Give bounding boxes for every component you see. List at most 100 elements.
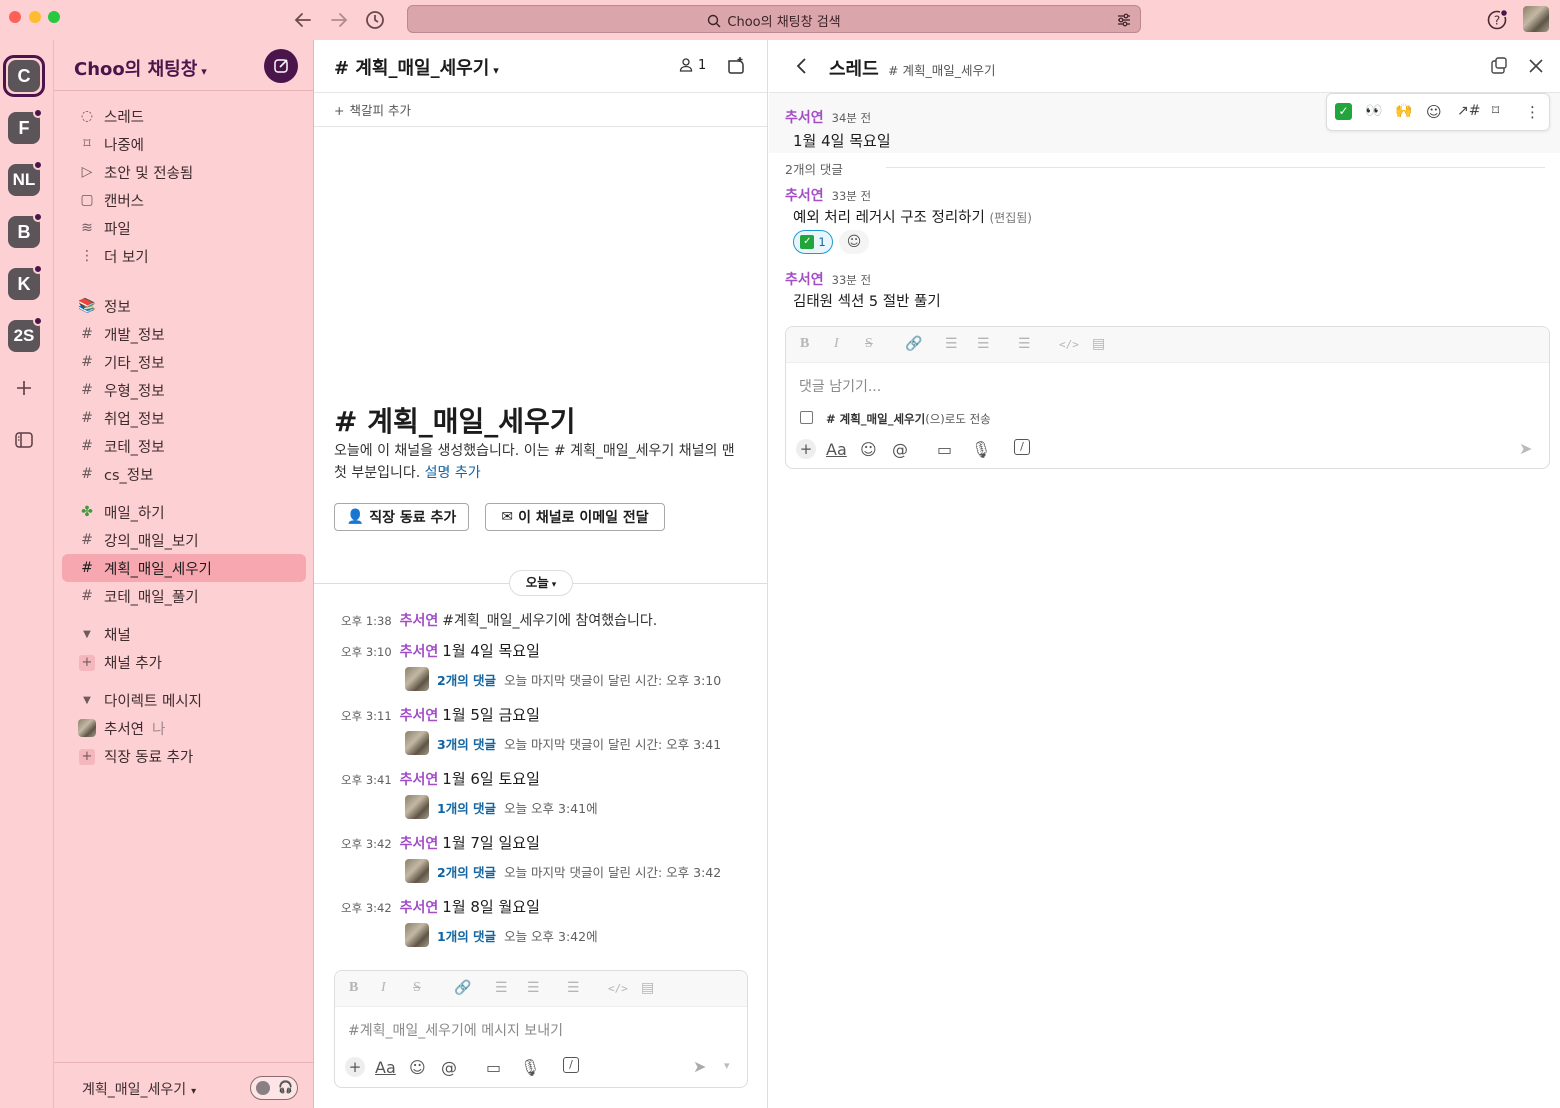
back-arrow-icon[interactable] <box>291 8 315 32</box>
maximize-window-button[interactable] <box>48 11 60 23</box>
send-icon[interactable]: ➤ <box>693 1057 706 1076</box>
thread-replies[interactable]: 3개의 댓글 오늘 마지막 댓글이 달린 시간: 오후 3:41 <box>405 731 751 755</box>
italic-icon[interactable]: I <box>834 336 839 352</box>
emoji-icon[interactable]: ☺ <box>860 440 877 459</box>
link-icon[interactable]: 🔗 <box>454 980 471 997</box>
history-clock-icon[interactable] <box>363 8 387 32</box>
link-icon[interactable]: 🔗 <box>905 336 922 353</box>
channel-title[interactable]: # 계획_매일_세우기 ▾ <box>334 54 499 80</box>
thread-replies[interactable]: 2개의 댓글 오늘 마지막 댓글이 달린 시간: 오후 3:42 <box>405 859 751 883</box>
email-channel-button[interactable]: ✉ 이 채널로 이메일 전달 <box>485 503 665 531</box>
ordered-list-icon[interactable]: ☰ <box>495 980 508 997</box>
message-author[interactable]: 추서연 <box>785 185 824 205</box>
also-send-checkbox[interactable] <box>800 411 813 424</box>
ordered-list-icon[interactable]: ☰ <box>945 336 958 353</box>
sidebar-item-files[interactable]: ≋ 파일 <box>62 214 306 242</box>
close-icon[interactable] <box>1527 57 1545 75</box>
message-item[interactable]: 오후 3:42 추서연 1월 7일 일요일 2개의 댓글 오늘 마지막 댓글이 … <box>341 832 751 892</box>
sidebar-channel[interactable]: # 코테_매일_풀기 <box>62 582 306 610</box>
thread-replies[interactable]: 2개의 댓글 오늘 마지막 댓글이 달린 시간: 오후 3:10 <box>405 667 751 691</box>
add-channel-button[interactable]: + 채널 추가 <box>62 648 306 676</box>
mention-icon[interactable]: @ <box>441 1058 457 1077</box>
new-message-button[interactable] <box>264 49 298 83</box>
send-icon[interactable]: ➤ <box>1519 439 1532 458</box>
sidebar-item-threads[interactable]: ◌ 스레드 <box>62 102 306 130</box>
message-author[interactable]: 추서연 <box>400 897 439 917</box>
code-icon[interactable]: </> <box>608 982 628 995</box>
sidebar-toggle-icon[interactable] <box>15 432 33 448</box>
add-reaction-icon[interactable]: ☺ <box>1426 103 1442 121</box>
section-dm[interactable]: ▼ 다이렉트 메시지 <box>62 686 306 714</box>
join-message[interactable]: 오후 1:38 추서연 #계획_매일_세우기에 참여했습니다. <box>341 610 657 630</box>
date-divider-button[interactable]: 오늘 ▾ <box>509 570 573 596</box>
send-options-chevron-icon[interactable]: ▾ <box>724 1059 730 1072</box>
reply-composer[interactable]: B I S 🔗 ☰ ☰ ☰ </> ▤ 댓글 남기기... # 계획_매일_세우… <box>785 326 1550 469</box>
message-author[interactable]: 추서연 <box>785 269 824 289</box>
sidebar-channel[interactable]: # 강의_매일_보기 <box>62 526 306 554</box>
members-button[interactable]: 1 <box>678 57 706 73</box>
message-author[interactable]: 추서연 <box>400 769 439 789</box>
message-author[interactable]: 추서연 <box>400 833 439 853</box>
italic-icon[interactable]: I <box>381 980 386 996</box>
reply-count-link[interactable]: 2개의 댓글 <box>437 670 496 689</box>
code-icon[interactable]: </> <box>1059 338 1079 351</box>
raised-hands-emoji-icon[interactable]: 🙌 <box>1395 103 1412 119</box>
text-format-icon[interactable]: Aa <box>375 1058 396 1077</box>
emoji-icon[interactable]: ☺ <box>409 1058 426 1077</box>
parent-message[interactable]: 추서연 34분 전 1월 4일 목요일 ✓ 👀 🙌 ☺ ↗# ⌑ ⋮ <box>769 93 1560 153</box>
sidebar-channel-info[interactable]: 📚 정보 <box>62 292 306 320</box>
add-coworker-button[interactable]: + 직장 동료 추가 <box>62 742 306 770</box>
reply-count-link[interactable]: 2개의 댓글 <box>437 862 496 881</box>
message-author[interactable]: 추서연 <box>785 107 824 127</box>
add-bookmark-button[interactable]: + 책갈피 추가 <box>334 100 411 119</box>
user-avatar[interactable] <box>1523 6 1549 32</box>
canvas-icon[interactable] <box>725 55 747 77</box>
thread-replies[interactable]: 1개의 댓글 오늘 오후 3:41에 <box>405 795 751 819</box>
sidebar-item-later[interactable]: ⌑ 나중에 <box>62 130 306 158</box>
message-author[interactable]: 추서연 <box>400 610 439 630</box>
dm-item-self[interactable]: 추서연 나 <box>62 714 306 742</box>
message-composer[interactable]: B I S 🔗 ☰ ☰ ☰ </> ▤ #계획_매일_세우기에 메시지 보내기 … <box>334 970 748 1088</box>
sidebar-channel[interactable]: # cs_정보 <box>62 460 306 488</box>
attach-plus-icon[interactable]: + <box>796 439 816 459</box>
message-item[interactable]: 오후 3:11 추서연 1월 5일 금요일 3개의 댓글 오늘 마지막 댓글이 … <box>341 704 751 764</box>
sidebar-item-more[interactable]: ⋮ 더 보기 <box>62 242 306 270</box>
sidebar-channel[interactable]: # 기타_정보 <box>62 348 306 376</box>
eyes-emoji-icon[interactable]: 👀 <box>1365 103 1382 119</box>
text-format-icon[interactable]: Aa <box>826 440 847 459</box>
search-bar[interactable]: Choo의 채팅창 검색 <box>407 5 1141 33</box>
add-coworker-channel-button[interactable]: 👤 직장 동료 추가 <box>334 503 469 531</box>
thread-channel[interactable]: # 계획_매일_세우기 <box>888 60 995 79</box>
search-filter-icon[interactable] <box>1116 12 1132 28</box>
close-window-button[interactable] <box>9 11 21 23</box>
bold-icon[interactable]: B <box>349 980 358 996</box>
reply-in-channel-icon[interactable]: ↗# <box>1457 103 1480 119</box>
bookmark-icon[interactable]: ⌑ <box>1492 103 1499 119</box>
check-mark-emoji-icon[interactable]: ✓ <box>1335 103 1352 120</box>
blockquote-icon[interactable]: ☰ <box>1018 336 1031 353</box>
bullet-list-icon[interactable]: ☰ <box>527 980 540 997</box>
message-author[interactable]: 추서연 <box>400 705 439 725</box>
huddle-toggle[interactable]: 🎧 <box>250 1076 298 1100</box>
bullet-list-icon[interactable]: ☰ <box>977 336 990 353</box>
thread-replies[interactable]: 1개의 댓글 오늘 오후 3:42에 <box>405 923 751 947</box>
bold-icon[interactable]: B <box>800 336 809 352</box>
sidebar-channel[interactable]: # 개발_정보 <box>62 320 306 348</box>
message-item[interactable]: 오후 3:42 추서연 1월 8일 월요일 1개의 댓글 오늘 오후 3:42에 <box>341 896 751 956</box>
message-author[interactable]: 추서연 <box>400 641 439 661</box>
shortcuts-icon[interactable]: / <box>563 1057 579 1073</box>
reply-count-link[interactable]: 3개의 댓글 <box>437 734 496 753</box>
message-item[interactable]: 오후 3:41 추서연 1월 6일 토요일 1개의 댓글 오늘 오후 3:41에 <box>341 768 751 828</box>
reply-count-link[interactable]: 1개의 댓글 <box>437 926 496 945</box>
video-icon[interactable]: ▭ <box>486 1058 501 1077</box>
open-window-icon[interactable] <box>1490 57 1508 75</box>
sidebar-item-canvas[interactable]: ▢ 캔버스 <box>62 186 306 214</box>
microphone-icon[interactable]: 🎙 <box>971 440 991 459</box>
video-icon[interactable]: ▭ <box>937 440 952 459</box>
strikethrough-icon[interactable]: S <box>865 336 873 352</box>
help-icon[interactable]: ? <box>1486 9 1508 31</box>
microphone-icon[interactable]: 🎙 <box>520 1058 540 1077</box>
reply-input[interactable]: 댓글 남기기... <box>799 376 881 396</box>
blockquote-icon[interactable]: ☰ <box>567 980 580 997</box>
message-item[interactable]: 오후 3:10 추서연 1월 4일 목요일 2개의 댓글 오늘 마지막 댓글이 … <box>341 640 751 700</box>
